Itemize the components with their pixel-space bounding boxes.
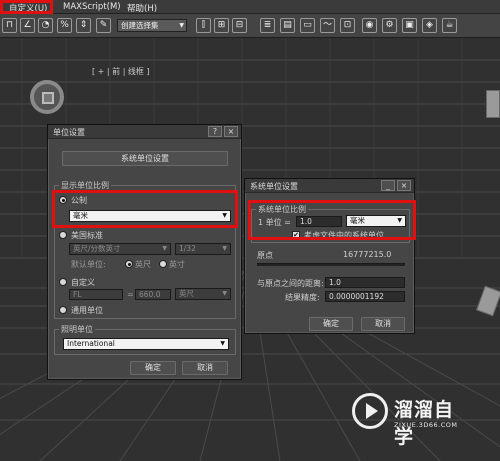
viewport-label[interactable]: [ + | 前 | 线框 ] [92, 66, 150, 77]
lighting-units-group: 照明单位 International ▼ [54, 324, 236, 355]
angle-snap-icon[interactable]: ∠ [20, 18, 35, 33]
menu-bar: 自定义(U) MAXScript(M) 帮助(H) [0, 0, 500, 14]
origin-value: 16777215.0 [343, 250, 392, 259]
us-standard-dropdown[interactable]: 英尺/分数英寸 ▼ [69, 243, 171, 255]
edit-named-selection-icon[interactable]: ✎ [96, 18, 111, 33]
percent-snap-toggle-icon[interactable]: % [57, 18, 72, 33]
highlight-menu-customize [0, 0, 53, 14]
custom-equals: = [127, 290, 134, 299]
origin-label: 原点 [257, 251, 273, 260]
resulting-accuracy-label: 结果精度: [285, 293, 320, 302]
menu-maxscript[interactable]: MAXScript(M) [63, 2, 121, 12]
feet-radio[interactable] [125, 260, 133, 268]
scene-box-object[interactable] [486, 90, 500, 118]
render-icon[interactable]: ◈ [422, 18, 437, 33]
view-cube-icon [42, 92, 54, 104]
default-unit-label: 默认单位: [71, 260, 106, 269]
layer-icon[interactable]: ≣ [260, 18, 275, 33]
lighting-units-label: 照明单位 [59, 324, 95, 335]
origin-slider[interactable] [257, 263, 405, 266]
distance-from-origin-label: 与原点之间的距离: [257, 279, 324, 288]
us-standard-radio[interactable] [59, 231, 67, 239]
quick-align-icon[interactable]: ⊟ [232, 18, 247, 33]
system-units-setup-button[interactable]: 系统单位设置 [62, 151, 228, 166]
play-logo-icon [352, 393, 388, 429]
chevron-down-icon: ▼ [222, 245, 227, 252]
distance-from-origin-field[interactable]: 1.0 [325, 277, 405, 288]
fraction-dropdown[interactable]: 1/32 ▼ [175, 243, 231, 255]
system-ok-button[interactable]: 确定 [309, 317, 353, 331]
minimize-button[interactable]: _ [381, 180, 395, 191]
named-selection-set-dropdown[interactable]: 创建选择集 ▼ [117, 19, 187, 32]
custom-label: 自定义 [71, 278, 95, 287]
lighting-units-dropdown[interactable]: International ▼ [63, 338, 229, 350]
rendered-frame-icon[interactable]: ▣ [402, 18, 417, 33]
generic-units-radio[interactable] [59, 306, 67, 314]
custom-unit-dropdown[interactable]: 英尺 ▼ [175, 288, 231, 300]
custom-name-field[interactable]: FL [69, 289, 123, 300]
mirror-icon[interactable]: ⫿ [196, 18, 211, 33]
layer-add-icon[interactable]: ▤ [280, 18, 295, 33]
align-icon[interactable]: ⊞ [214, 18, 229, 33]
teapot-icon[interactable]: ☕ [442, 18, 457, 33]
custom-value-field[interactable]: 660.0 [135, 289, 171, 300]
render-setup-icon[interactable]: ⚙ [382, 18, 397, 33]
cancel-button[interactable]: 取消 [182, 361, 228, 375]
system-dialog-title: 系统单位设置 [250, 182, 298, 191]
schematic-view-icon[interactable]: ⊡ [340, 18, 355, 33]
menu-help[interactable]: 帮助(H) [127, 2, 157, 14]
watermark: 溜溜自学 ZIXUE.3D66.COM [352, 393, 470, 448]
close-button[interactable]: × [224, 126, 238, 137]
chevron-down-icon: ▼ [220, 340, 225, 347]
highlight-metric-setting [52, 190, 238, 228]
units-dialog-title: 单位设置 [53, 128, 85, 137]
ok-button[interactable]: 确定 [130, 361, 176, 375]
inches-radio[interactable] [159, 260, 167, 268]
system-cancel-button[interactable]: 取消 [361, 317, 405, 331]
system-dialog-titlebar[interactable]: 系统单位设置 _ × [245, 179, 414, 193]
ribbon-icon[interactable]: ▭ [300, 18, 315, 33]
close-button[interactable]: × [397, 180, 411, 191]
inches-label: 英寸 [169, 260, 185, 269]
spinner-snap-icon[interactable]: ⇕ [76, 18, 91, 33]
steering-wheel-icon[interactable] [30, 80, 64, 114]
resulting-accuracy-field: 0.0000001192 [325, 291, 405, 302]
help-button[interactable]: ? [208, 126, 222, 137]
feet-label: 英尺 [135, 260, 151, 269]
custom-radio[interactable] [59, 278, 67, 286]
material-editor-icon[interactable]: ◉ [362, 18, 377, 33]
chevron-down-icon: ▼ [162, 245, 167, 252]
units-dialog-titlebar[interactable]: 单位设置 ? × [48, 125, 241, 139]
chevron-down-icon: ▼ [222, 290, 227, 297]
highlight-system-unit-scale [248, 200, 416, 240]
main-toolbar: ⊓ ∠ ◔ % ⇕ ✎ 创建选择集 ▼ ⫿ ⊞ ⊟ ≣ ▤ ▭ 〜 ⊡ ◉ ⚙ ▣… [0, 14, 500, 38]
watermark-url: ZIXUE.3D66.COM [394, 421, 458, 429]
snap-icon[interactable]: ⊓ [2, 18, 17, 33]
units-setup-dialog: 单位设置 ? × 系统单位设置 显示单位比例 公制 毫米 ▼ 美国标准 英尺/分数… [47, 124, 242, 380]
generic-units-label: 通用单位 [71, 306, 103, 315]
us-standard-label: 美国标准 [71, 231, 103, 240]
curve-editor-icon[interactable]: 〜 [320, 18, 335, 33]
percent-snap-icon[interactable]: ◔ [38, 18, 53, 33]
